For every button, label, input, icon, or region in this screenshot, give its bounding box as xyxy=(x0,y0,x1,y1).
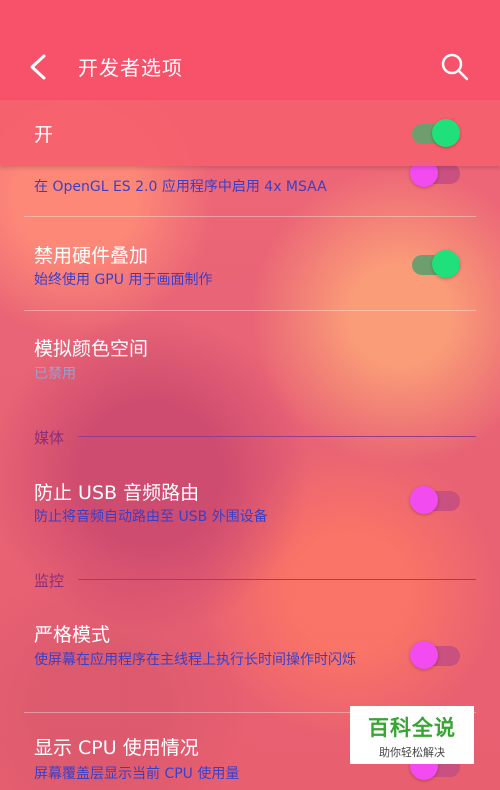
toggle-thumb xyxy=(410,486,438,514)
section-header-media: 媒体 xyxy=(34,429,65,447)
item-subtitle: 防止将音频自动路由至 USB 外围设备 xyxy=(34,509,268,525)
section-header-monitoring: 监控 xyxy=(34,572,65,590)
master-switch-bar[interactable]: 开 xyxy=(0,100,500,166)
item-title: 显示 CPU 使用情况 xyxy=(34,737,199,759)
master-switch-label: 开 xyxy=(34,124,54,146)
toggle-thumb xyxy=(432,119,460,147)
toggle-usb-audio-routing[interactable] xyxy=(410,485,462,515)
watermark-tagline: 助你轻松解决 xyxy=(379,746,445,759)
toggle-strict-mode[interactable] xyxy=(410,640,462,670)
item-title: 严格模式 xyxy=(34,624,111,646)
master-toggle[interactable] xyxy=(410,118,462,148)
item-subtitle: 已禁用 xyxy=(34,366,76,382)
list-item-strict-mode[interactable]: 严格模式 使屏幕在应用程序在主线程上执行长时间操作时闪烁 xyxy=(0,600,500,712)
item-subtitle: 始终使用 GPU 用于画面制作 xyxy=(34,272,213,288)
list-item-simulate-color-space[interactable]: 模拟颜色空间 已禁用 xyxy=(0,311,500,406)
list-item-usb-audio-routing[interactable]: 防止 USB 音频路由 防止将音频自动路由至 USB 外围设备 xyxy=(0,460,500,560)
search-icon[interactable] xyxy=(440,52,470,82)
section-divider xyxy=(78,579,476,580)
section-divider xyxy=(78,436,476,437)
back-arrow-icon[interactable] xyxy=(24,50,54,84)
list-item-disable-hw-overlays[interactable]: 禁用硬件叠加 始终使用 GPU 用于画面制作 xyxy=(0,217,500,310)
app-bar: 开发者选项 xyxy=(0,0,500,100)
item-title: 模拟颜色空间 xyxy=(34,338,149,360)
item-title: 禁用硬件叠加 xyxy=(34,245,149,267)
watermark-brand: 百科全说 xyxy=(368,716,456,740)
item-title: 防止 USB 音频路由 xyxy=(34,482,200,504)
page-title: 开发者选项 xyxy=(78,56,183,80)
item-subtitle: 使屏幕在应用程序在主线程上执行长时间操作时闪烁 xyxy=(34,652,356,668)
watermark-logo: 百科全说 助你轻松解决 xyxy=(350,706,474,764)
item-subtitle: 在 OpenGL ES 2.0 应用程序中启用 4x MSAA xyxy=(34,179,327,195)
toggle-thumb xyxy=(410,641,438,669)
toggle-thumb xyxy=(432,250,460,278)
item-subtitle: 屏幕覆盖层显示当前 CPU 使用量 xyxy=(34,766,240,782)
toggle-disable-hw-overlays[interactable] xyxy=(410,249,462,279)
